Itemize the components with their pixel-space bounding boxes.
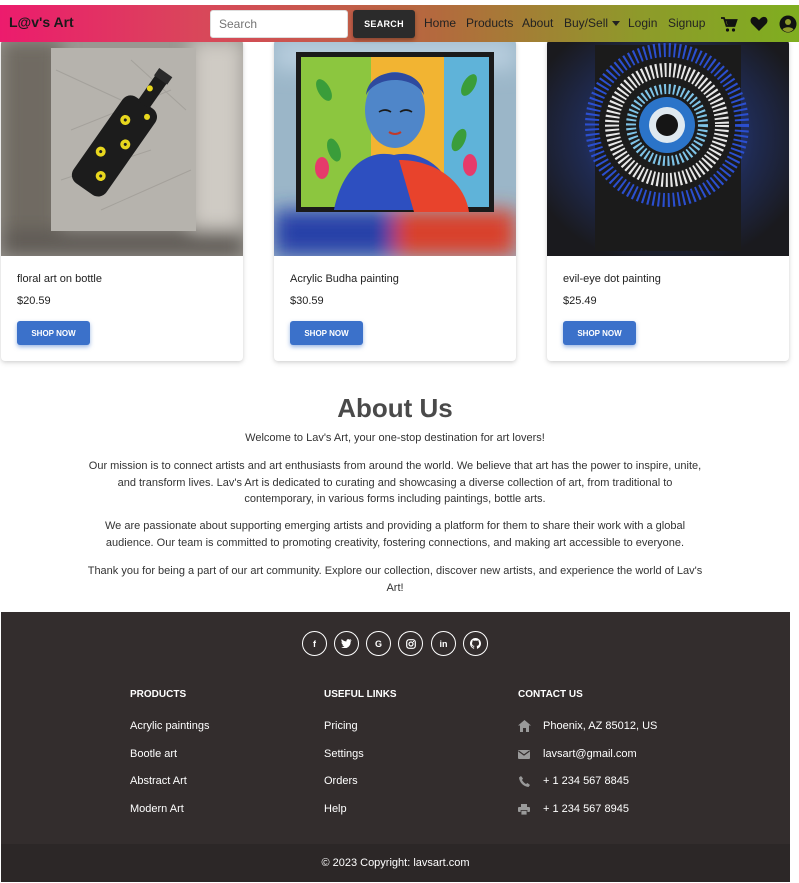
product-image-evil-eye[interactable]	[547, 40, 789, 256]
footer-link-bottle[interactable]: Bootle art	[130, 748, 177, 760]
about-title: About Us	[337, 393, 453, 423]
footer-link-settings[interactable]: Settings	[324, 748, 364, 760]
about-welcome: Welcome to Lav's Art, your one-stop dest…	[245, 432, 545, 444]
footer-link-abstract[interactable]: Abstract Art	[130, 775, 187, 787]
shop-now-button[interactable]: SHOP NOW	[290, 321, 363, 345]
product-price: $20.59	[17, 295, 51, 307]
nav-buysell-label: Buy/Sell	[564, 16, 609, 30]
product-card: floral art on bottle $20.59 SHOP NOW	[1, 40, 243, 361]
product-title: Acrylic Budha painting	[290, 273, 399, 285]
footer: f G in PRODUCTS Acrylic paintings Bootle…	[1, 612, 790, 882]
product-card: Acrylic Budha painting $30.59 SHOP NOW	[274, 40, 516, 361]
product-title: floral art on bottle	[17, 273, 102, 285]
contact-address: Phoenix, AZ 85012, US	[543, 720, 658, 732]
contact-heading: CONTACT US	[518, 689, 583, 700]
nav-about[interactable]: About	[522, 16, 553, 30]
contact-phone: + 1 234 567 8845	[543, 775, 629, 787]
home-icon	[517, 719, 531, 733]
chevron-down-icon	[612, 21, 621, 27]
phone-icon	[517, 774, 531, 788]
footer-link-orders[interactable]: Orders	[324, 775, 358, 787]
products-heading: PRODUCTS	[130, 689, 187, 700]
footer-link-help[interactable]: Help	[324, 803, 347, 815]
nav-signup[interactable]: Signup	[668, 16, 705, 30]
product-image-buddha[interactable]	[274, 40, 516, 256]
search-button[interactable]: SEARCH	[353, 10, 415, 38]
product-price: $25.49	[563, 295, 597, 307]
shop-now-button[interactable]: SHOP NOW	[17, 321, 90, 345]
nav-home[interactable]: Home	[424, 16, 456, 30]
google-icon[interactable]: G	[366, 631, 391, 656]
facebook-icon[interactable]: f	[302, 631, 327, 656]
copyright-bar: © 2023 Copyright: lavsart.com	[1, 844, 790, 882]
contact-fax: + 1 234 567 8945	[543, 803, 629, 815]
github-icon[interactable]	[463, 631, 488, 656]
contact-email[interactable]: lavsart@gmail.com	[543, 748, 637, 760]
search-input[interactable]	[210, 10, 348, 38]
nav-buysell-dropdown[interactable]: Buy/Sell	[564, 16, 621, 30]
cart-icon[interactable]	[719, 14, 739, 34]
user-icon[interactable]	[778, 14, 798, 34]
product-card: evil-eye dot painting $25.49 SHOP NOW	[547, 40, 789, 361]
product-title: evil-eye dot painting	[563, 273, 661, 285]
envelope-icon	[517, 747, 531, 761]
shop-now-button[interactable]: SHOP NOW	[563, 321, 636, 345]
linkedin-icon[interactable]: in	[431, 631, 456, 656]
copyright-text: © 2023 Copyright: lavsart.com	[321, 857, 470, 869]
nav-products[interactable]: Products	[466, 16, 513, 30]
footer-link-acrylic[interactable]: Acrylic paintings	[130, 720, 209, 732]
useful-links-heading: USEFUL LINKS	[324, 689, 397, 700]
about-passion: We are passionate about supporting emerg…	[104, 520, 686, 549]
footer-link-pricing[interactable]: Pricing	[324, 720, 358, 732]
twitter-icon[interactable]	[334, 631, 359, 656]
about-thanks: Thank you for being a part of our art co…	[87, 565, 703, 594]
instagram-icon[interactable]	[398, 631, 423, 656]
printer-icon	[517, 802, 531, 816]
navbar: L@v's Art SEARCH Home Products About Buy…	[0, 5, 799, 42]
product-image-bottle[interactable]	[1, 40, 243, 256]
heart-icon[interactable]	[749, 14, 769, 34]
product-price: $30.59	[290, 295, 324, 307]
about-mission: Our mission is to connect artists and ar…	[88, 460, 702, 505]
brand-logo[interactable]: L@v's Art	[9, 14, 74, 30]
footer-link-modern[interactable]: Modern Art	[130, 803, 184, 815]
nav-login[interactable]: Login	[628, 16, 657, 30]
